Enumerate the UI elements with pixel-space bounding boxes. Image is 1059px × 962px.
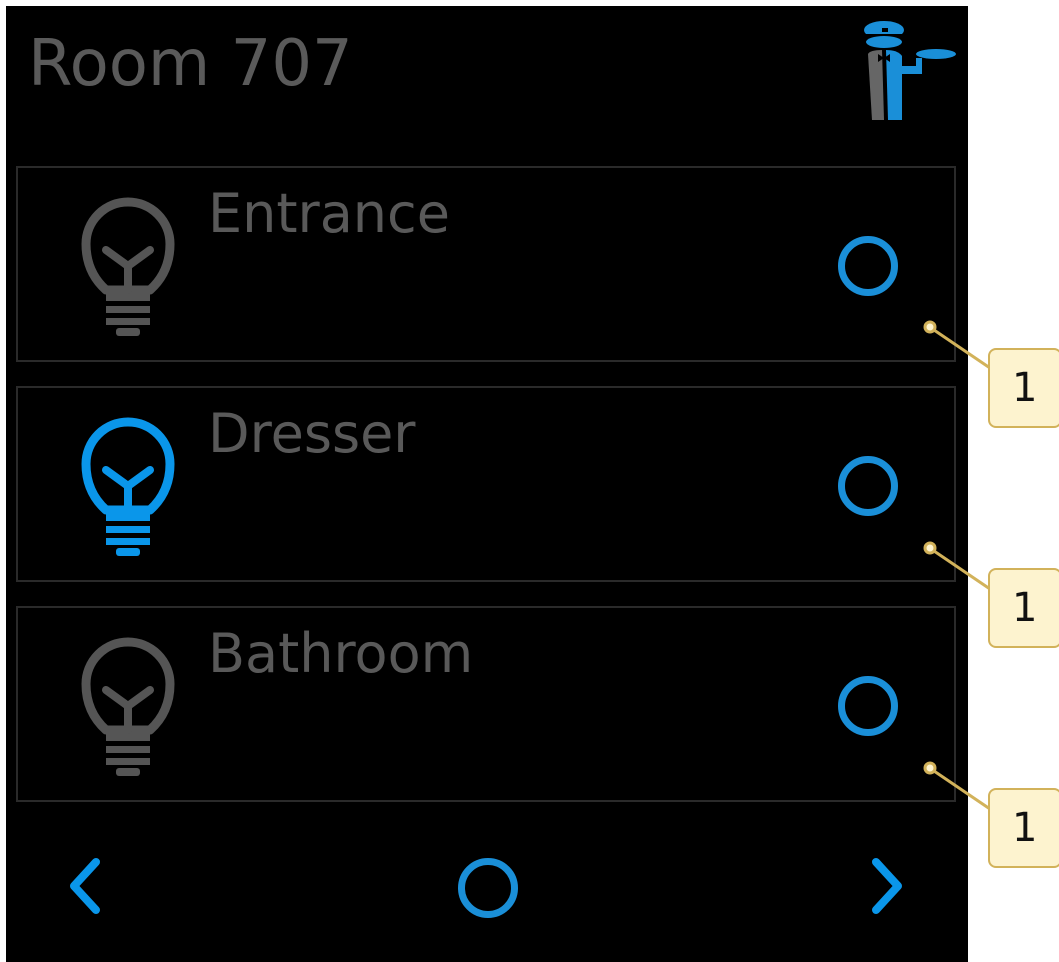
light-name: Entrance bbox=[208, 182, 450, 245]
callout-badge: 1 bbox=[988, 348, 1059, 428]
device-screen: Room 707 Entrance Dresser Bathroom bbox=[6, 6, 968, 962]
butler-waiter-icon bbox=[864, 21, 956, 120]
light-name: Dresser bbox=[208, 402, 416, 465]
circle-toggle-icon[interactable] bbox=[838, 236, 898, 296]
lightbulb-icon bbox=[81, 417, 175, 556]
circle-toggle-icon[interactable] bbox=[838, 456, 898, 516]
callout-badge: 1 bbox=[988, 568, 1059, 648]
circle-home-icon[interactable] bbox=[458, 858, 518, 918]
chevron-right-icon[interactable] bbox=[868, 856, 908, 916]
page-title: Room 707 bbox=[28, 27, 353, 101]
lightbulb-icon bbox=[81, 197, 175, 336]
light-name: Bathroom bbox=[208, 622, 474, 685]
light-card-bathroom: Bathroom bbox=[16, 606, 956, 802]
chevron-left-icon[interactable] bbox=[64, 856, 104, 916]
circle-toggle-icon[interactable] bbox=[838, 676, 898, 736]
lightbulb-icon bbox=[81, 637, 175, 776]
callout-badge: 1 bbox=[988, 788, 1059, 868]
light-card-dresser: Dresser bbox=[16, 386, 956, 582]
light-card-entrance: Entrance bbox=[16, 166, 956, 362]
